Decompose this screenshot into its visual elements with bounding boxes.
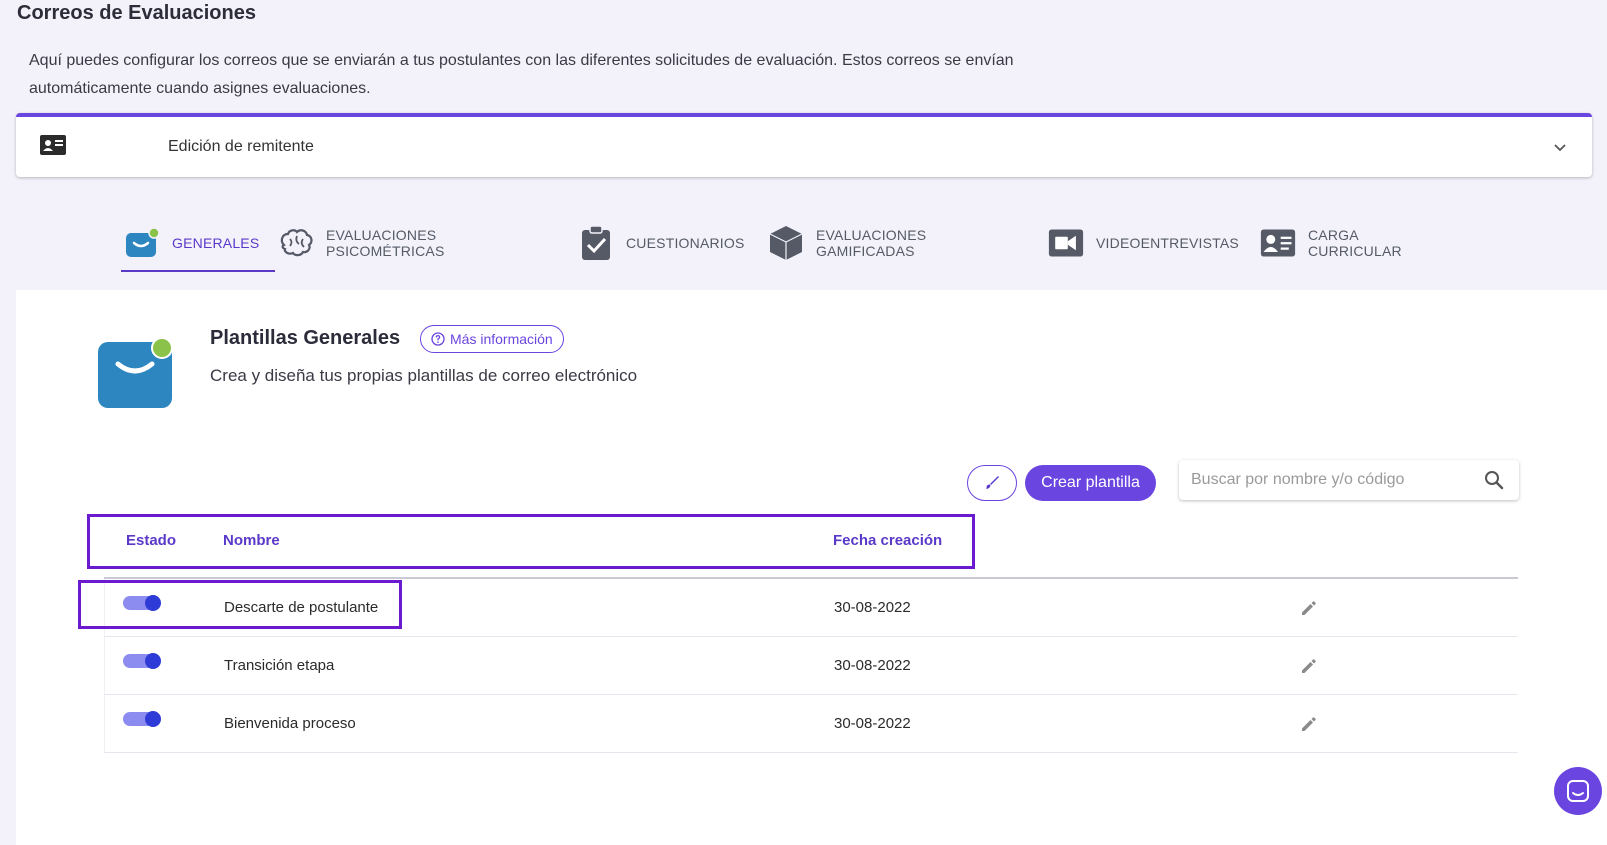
- clipboard-check-icon: [578, 225, 614, 261]
- help-circle-icon: [431, 332, 445, 346]
- create-template-button[interactable]: Crear plantilla: [1025, 465, 1156, 501]
- toggle-knob: [145, 711, 161, 727]
- column-header-fecha[interactable]: Fecha creación: [833, 532, 942, 549]
- design-button[interactable]: [967, 465, 1017, 501]
- template-date: 30-08-2022: [834, 657, 911, 674]
- tab-carga-curricular[interactable]: CARGA CURRICULAR: [1260, 220, 1402, 266]
- edit-pencil-icon[interactable]: [1299, 656, 1319, 676]
- tab-evaluaciones-gamificadas[interactable]: EVALUACIONES GAMIFICADAS: [768, 220, 926, 266]
- template-date: 30-08-2022: [834, 715, 911, 732]
- tab-label: EVALUACIONES GAMIFICADAS: [816, 227, 927, 259]
- tab-videoentrevistas[interactable]: VIDEOENTREVISTAS: [1048, 220, 1239, 266]
- tab-label: EVALUACIONES PSICOMÉTRICAS: [326, 227, 445, 259]
- more-info-button[interactable]: Más información: [420, 325, 564, 353]
- search-icon[interactable]: [1483, 469, 1505, 491]
- templates-panel: Plantillas Generales Más información Cre…: [16, 290, 1607, 845]
- tab-evaluaciones-psicometricas[interactable]: EVALUACIONES PSICOMÉTRICAS: [278, 220, 445, 266]
- column-header-nombre[interactable]: Nombre: [223, 532, 280, 549]
- page-title: Correos de Evaluaciones: [17, 2, 256, 24]
- mail-icon: [98, 337, 173, 408]
- sender-edit-accordion[interactable]: Edición de remitente: [16, 113, 1592, 177]
- table-row: Transición etapa 30-08-2022: [104, 637, 1518, 695]
- tab-cuestionarios[interactable]: CUESTIONARIOS: [578, 220, 745, 266]
- table-row: Bienvenida proceso 30-08-2022: [104, 695, 1518, 753]
- status-toggle[interactable]: [123, 711, 161, 727]
- template-name: Transición etapa: [224, 657, 335, 674]
- panel-subtitle: Crea y diseña tus propias plantillas de …: [210, 366, 638, 385]
- chat-launcher-button[interactable]: [1554, 767, 1602, 815]
- column-header-estado[interactable]: Estado: [126, 532, 176, 549]
- row-highlight-box: [78, 580, 402, 629]
- tab-label: VIDEOENTREVISTAS: [1096, 235, 1239, 251]
- more-info-label: Más información: [450, 331, 553, 347]
- tab-generales[interactable]: GENERALES: [120, 220, 276, 272]
- template-date: 30-08-2022: [834, 599, 911, 616]
- edit-pencil-icon[interactable]: [1299, 714, 1319, 734]
- sender-edit-label: Edición de remitente: [168, 138, 314, 155]
- search-box: [1179, 460, 1519, 500]
- template-name: Bienvenida proceso: [224, 715, 356, 732]
- panel-title: Plantillas Generales: [210, 327, 401, 349]
- chat-icon: [1567, 780, 1589, 802]
- search-input[interactable]: [1179, 461, 1483, 499]
- toggle-knob: [145, 653, 161, 669]
- edit-pencil-icon[interactable]: [1299, 598, 1319, 618]
- page-description: Aquí puedes configurar los correos que s…: [29, 52, 1014, 97]
- tab-label: GENERALES: [172, 235, 260, 251]
- chevron-down-icon[interactable]: [1552, 139, 1568, 155]
- mail-icon: [124, 225, 160, 261]
- page: Correos de Evaluaciones Aquí puedes conf…: [0, 0, 1607, 845]
- tab-label: CUESTIONARIOS: [626, 235, 745, 251]
- id-card-icon: [1260, 225, 1296, 261]
- tab-label: CARGA CURRICULAR: [1308, 227, 1402, 259]
- brain-icon: [278, 225, 314, 261]
- contact-card-icon: [40, 135, 66, 155]
- brush-icon: [986, 476, 999, 489]
- status-toggle[interactable]: [123, 653, 161, 669]
- cube-icon: [768, 225, 804, 261]
- video-icon: [1048, 225, 1084, 261]
